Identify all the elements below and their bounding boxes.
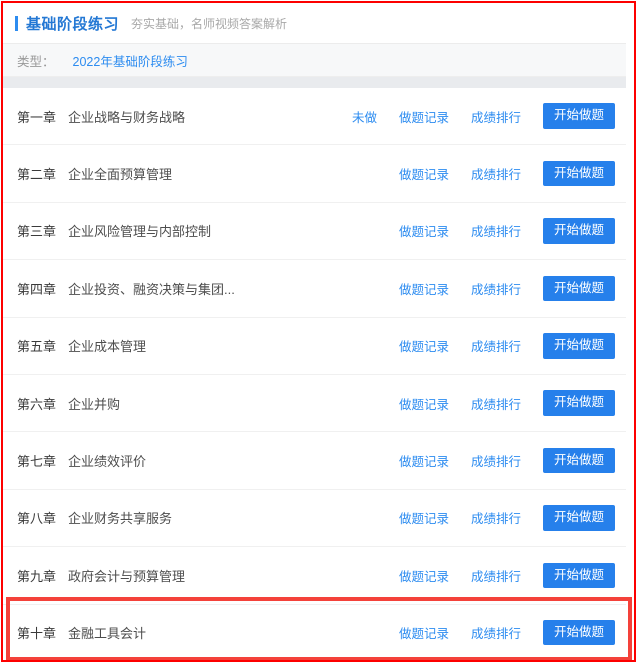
chapter-number: 第七章 — [17, 454, 57, 470]
type-filter-label: 类型： — [17, 54, 55, 69]
accent-bar-icon — [15, 15, 18, 31]
practice-record-link[interactable]: 做题记录 — [399, 566, 449, 585]
chapter-number: 第二章 — [17, 167, 57, 183]
chapter-title: 金融工具会计 — [68, 626, 147, 642]
chapter-number: 第三章 — [17, 224, 57, 240]
score-ranking-link[interactable]: 成绩排行 — [471, 164, 521, 183]
row-actions: 做题记录 成绩排行 开始做题 — [399, 505, 627, 531]
start-practice-button[interactable]: 开始做题 — [542, 103, 615, 129]
chapter-number: 第五章 — [17, 339, 57, 355]
start-practice-button[interactable]: 开始做题 — [542, 333, 615, 359]
row-actions: 做题记录 成绩排行 开始做题 — [399, 390, 627, 416]
score-ranking-link[interactable]: 成绩排行 — [471, 566, 521, 585]
start-practice-button[interactable]: 开始做题 — [542, 562, 615, 589]
chapter-number: 第九章 — [17, 568, 57, 584]
table-row: 第八章 企业财务共享服务 做题记录 成绩排行 开始做题 — [3, 489, 627, 548]
start-practice-button[interactable]: 开始做题 — [542, 447, 615, 474]
chapter-title: 企业并购 — [68, 396, 121, 412]
page-subtitle: 夯实基础，名师视频答案解析 — [131, 16, 288, 31]
score-ranking-link[interactable]: 成绩排行 — [471, 279, 521, 298]
section-divider — [3, 77, 627, 88]
annotation-frame: 基础阶段练习 夯实基础，名师视频答案解析 类型： 2022年基础阶段练习 第一章… — [1, 1, 636, 662]
practice-record-link[interactable]: 做题记录 — [399, 107, 449, 126]
row-actions: 做题记录 成绩排行 开始做题 — [399, 333, 627, 359]
row-actions: 做题记录 成绩排行 开始做题 — [399, 562, 627, 589]
score-ranking-link[interactable]: 成绩排行 — [471, 394, 521, 413]
chapter-title: 企业战略与财务战略 — [68, 109, 186, 125]
page-canvas: 基础阶段练习 夯实基础，名师视频答案解析 类型： 2022年基础阶段练习 第一章… — [3, 3, 634, 660]
start-practice-button[interactable]: 开始做题 — [542, 390, 615, 416]
table-row: 第一章 企业战略与财务战略 未做 做题记录 成绩排行 开始做题 — [3, 88, 627, 146]
practice-record-link[interactable]: 做题记录 — [399, 164, 449, 183]
table-row: 第七章 企业绩效评价 做题记录 成绩排行 开始做题 — [3, 432, 627, 490]
row-actions: 做题记录 成绩排行 开始做题 — [399, 619, 627, 646]
chapter-number: 第十章 — [17, 626, 57, 642]
row-actions: 做题记录 成绩排行 开始做题 — [399, 275, 627, 302]
practice-record-link[interactable]: 做题记录 — [399, 623, 449, 642]
table-row: 第六章 企业并购 做题记录 成绩排行 开始做题 — [3, 374, 627, 433]
row-actions: 未做 做题记录 成绩排行 开始做题 — [352, 103, 627, 129]
score-ranking-link[interactable]: 成绩排行 — [471, 221, 521, 240]
chapter-title: 企业投资、融资决策与集团... — [68, 281, 235, 297]
page-header: 基础阶段练习 夯实基础，名师视频答案解析 — [3, 3, 627, 44]
start-practice-button[interactable]: 开始做题 — [542, 619, 615, 646]
practice-record-link[interactable]: 做题记录 — [399, 279, 449, 298]
start-practice-button[interactable]: 开始做题 — [542, 275, 615, 302]
row-actions: 做题记录 成绩排行 开始做题 — [399, 218, 627, 244]
practice-record-link[interactable]: 做题记录 — [399, 508, 449, 527]
chapter-title: 企业全面预算管理 — [68, 167, 173, 183]
row-actions: 做题记录 成绩排行 开始做题 — [399, 447, 627, 474]
chapter-title: 企业财务共享服务 — [68, 511, 173, 527]
table-row: 第九章 政府会计与预算管理 做题记录 成绩排行 开始做题 — [3, 547, 627, 605]
table-row: 第十章 金融工具会计 做题记录 成绩排行 开始做题 — [3, 604, 627, 660]
practice-record-link[interactable]: 做题记录 — [399, 336, 449, 355]
start-practice-button[interactable]: 开始做题 — [542, 160, 615, 187]
chapter-number: 第四章 — [17, 281, 57, 297]
chapter-number: 第六章 — [17, 396, 57, 412]
table-row: 第三章 企业风险管理与内部控制 做题记录 成绩排行 开始做题 — [3, 202, 627, 261]
chapter-title: 企业风险管理与内部控制 — [68, 224, 212, 240]
chapter-number: 第八章 — [17, 511, 57, 527]
row-actions: 做题记录 成绩排行 开始做题 — [399, 160, 627, 187]
start-practice-button[interactable]: 开始做题 — [542, 505, 615, 531]
status-badge: 未做 — [351, 110, 377, 125]
type-filter-bar: 类型： 2022年基础阶段练习 — [3, 44, 627, 77]
type-filter-selected[interactable]: 2022年基础阶段练习 — [73, 51, 188, 70]
chapter-number: 第一章 — [17, 109, 57, 125]
practice-record-link[interactable]: 做题记录 — [399, 394, 449, 413]
score-ranking-link[interactable]: 成绩排行 — [471, 451, 521, 470]
table-row: 第二章 企业全面预算管理 做题记录 成绩排行 开始做题 — [3, 145, 627, 203]
score-ranking-link[interactable]: 成绩排行 — [471, 508, 521, 527]
practice-record-link[interactable]: 做题记录 — [399, 221, 449, 240]
chapter-title: 企业成本管理 — [68, 339, 147, 355]
chapter-title: 政府会计与预算管理 — [68, 568, 186, 584]
start-practice-button[interactable]: 开始做题 — [542, 218, 615, 244]
practice-record-link[interactable]: 做题记录 — [399, 451, 449, 470]
page-title: 基础阶段练习 — [26, 15, 120, 33]
chapter-title: 企业绩效评价 — [68, 454, 147, 470]
score-ranking-link[interactable]: 成绩排行 — [471, 107, 521, 126]
score-ranking-link[interactable]: 成绩排行 — [471, 623, 521, 642]
table-row: 第五章 企业成本管理 做题记录 成绩排行 开始做题 — [3, 317, 627, 375]
table-row: 第四章 企业投资、融资决策与集团... 做题记录 成绩排行 开始做题 — [3, 260, 627, 318]
score-ranking-link[interactable]: 成绩排行 — [471, 336, 521, 355]
scroll-gutter[interactable] — [626, 3, 634, 660]
chapter-list: 第一章 企业战略与财务战略 未做 做题记录 成绩排行 开始做题 第二章 企业全面预算管理 做题记… — [3, 88, 627, 660]
